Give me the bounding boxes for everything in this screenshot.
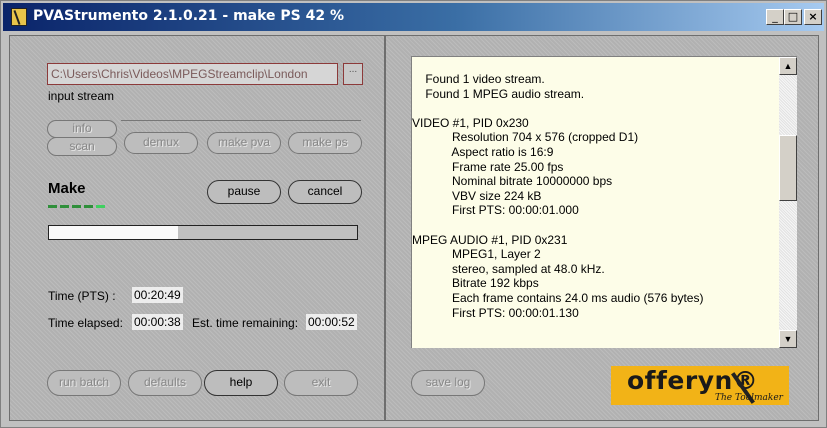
scroll-up-arrow-icon[interactable]: ▲ <box>779 57 797 75</box>
log-line: First PTS: 00:00:01.130 <box>412 305 579 320</box>
log-line: stereo, sampled at 48.0 kHz. <box>412 261 605 276</box>
input-path-field[interactable]: C:\Users\Chris\Videos\MPEGStreamclip\Lon… <box>47 63 338 85</box>
input-stream-label: input stream <box>48 89 115 103</box>
log-line: First PTS: 00:00:01.000 <box>412 203 579 218</box>
info-button[interactable]: info <box>47 120 117 138</box>
log-line: Nominal bitrate 10000000 bps <box>412 174 613 189</box>
progress-fill <box>49 226 179 239</box>
log-line: VIDEO #1, PID 0x230 <box>412 115 529 130</box>
run-batch-button[interactable]: run batch <box>47 370 121 396</box>
scroll-down-arrow-icon[interactable]: ▼ <box>779 330 797 348</box>
log-line: Found 1 MPEG audio stream. <box>412 86 585 101</box>
scan-button[interactable]: scan <box>47 137 117 156</box>
logo-tagline: The Toolmaker <box>715 393 783 403</box>
make-ps-button[interactable]: make ps <box>288 132 362 154</box>
make-title: Make <box>48 180 86 197</box>
time-elapsed-label: Time elapsed: <box>48 316 123 330</box>
log-textbox[interactable]: Found 1 video stream. Found 1 MPEG audio… <box>411 56 797 348</box>
app-icon[interactable] <box>11 8 27 26</box>
cancel-button[interactable]: cancel <box>288 180 362 204</box>
log-line: Found 1 video stream. <box>412 72 545 86</box>
minimize-button[interactable]: _ <box>766 9 784 25</box>
activity-indicator <box>48 205 108 223</box>
make-pva-button[interactable]: make pva <box>207 132 281 154</box>
log-line: Resolution 704 x 576 (cropped D1) <box>412 130 639 145</box>
log-scrollbar[interactable]: ▲ ▼ <box>779 57 797 348</box>
browse-button[interactable]: ... <box>343 63 363 85</box>
defaults-button[interactable]: defaults <box>128 370 202 396</box>
log-line: Aspect ratio is 16:9 <box>412 144 554 159</box>
control-panel: C:\Users\Chris\Videos\MPEGStreamclip\Lon… <box>9 35 385 421</box>
time-remaining-value: 00:00:52 <box>306 314 357 330</box>
time-pts-label: Time (PTS) : <box>48 289 116 303</box>
log-line: Frame rate 25.00 fps <box>412 159 564 174</box>
progress-bar <box>48 225 358 240</box>
log-line: Each frame contains 24.0 ms audio (576 b… <box>412 290 704 305</box>
time-elapsed-value: 00:00:38 <box>132 314 183 330</box>
log-line: MPEG AUDIO #1, PID 0x231 <box>412 232 568 247</box>
log-content: Found 1 video stream. Found 1 MPEG audio… <box>412 72 778 320</box>
close-button[interactable]: × <box>804 9 822 25</box>
title-bar[interactable]: PVAStrumento 2.1.0.21 - make PS 42 % _ □… <box>3 3 824 31</box>
log-line: MPEG1, Layer 2 <box>412 247 541 262</box>
window-title: PVAStrumento 2.1.0.21 - make PS 42 % <box>33 8 345 24</box>
app-window: PVAStrumento 2.1.0.21 - make PS 42 % _ □… <box>0 0 827 428</box>
log-line: Bitrate 192 kbps <box>412 276 539 291</box>
time-remaining-label: Est. time remaining: <box>192 316 299 330</box>
demux-button[interactable]: demux <box>124 132 198 154</box>
log-line: VBV size 224 kB <box>412 188 542 203</box>
time-pts-value: 00:20:49 <box>132 287 183 303</box>
scroll-thumb[interactable] <box>779 135 797 201</box>
separator-line <box>121 120 361 121</box>
save-log-button[interactable]: save log <box>411 370 485 396</box>
pause-button[interactable]: pause <box>207 180 281 204</box>
exit-button[interactable]: exit <box>284 370 358 396</box>
maximize-button[interactable]: □ <box>784 9 802 25</box>
offeryn-logo: offeryn® The Toolmaker <box>611 366 789 405</box>
help-button[interactable]: help <box>204 370 278 396</box>
log-panel: Found 1 video stream. Found 1 MPEG audio… <box>385 35 819 421</box>
